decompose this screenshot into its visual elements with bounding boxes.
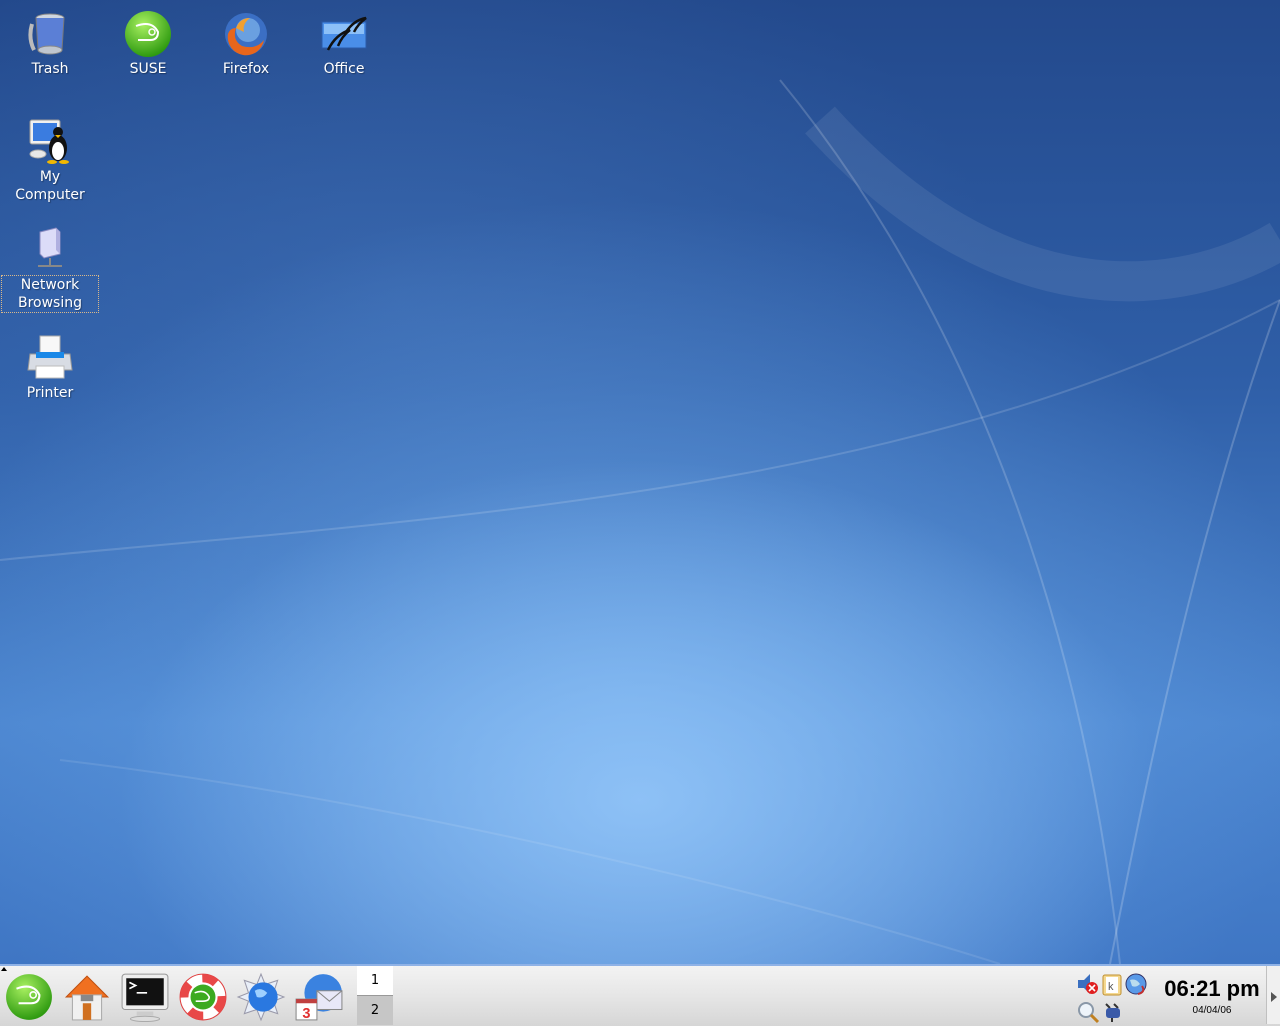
panel-menu-arrow-icon[interactable]	[1, 967, 7, 971]
my-computer-icon	[29, 119, 69, 164]
arrow-right-icon	[1271, 992, 1277, 1002]
desktop-icon-trash[interactable]: Trash	[2, 10, 98, 78]
web-browser-icon	[236, 972, 286, 1022]
desktop[interactable]: Trash SUSE Firefox Office My Computer Ne…	[0, 0, 1280, 964]
kontact-button[interactable]: 3	[294, 972, 344, 1022]
desktop-icon-label: SUSE	[129, 61, 167, 77]
desktop-pager: 1 2	[357, 966, 393, 1025]
desktop-icon-printer[interactable]: Printer	[2, 334, 98, 402]
desktop-icon-label: My Computer	[15, 169, 85, 203]
network-server-icon	[38, 227, 62, 267]
wallpaper-swoosh	[0, 79, 1280, 964]
desktop-icon-label: Office	[323, 61, 365, 77]
clock-date: 04/04/06	[1192, 1005, 1232, 1016]
desktop-icon-label: Network Browsing	[1, 275, 99, 313]
desktop-icon-suse[interactable]: SUSE	[100, 10, 196, 78]
system-tray: k	[1074, 970, 1154, 1026]
home-button[interactable]	[62, 972, 112, 1022]
pager-desktop-2[interactable]: 2	[357, 996, 393, 1025]
svg-text:k: k	[1108, 981, 1114, 993]
speaker-muted-icon[interactable]	[1076, 972, 1100, 996]
trash-icon	[28, 13, 65, 55]
svg-text:3: 3	[302, 1006, 310, 1022]
printer-icon	[27, 335, 73, 379]
home-icon	[64, 975, 110, 1021]
desktop-icon-office[interactable]: Office	[296, 10, 392, 78]
suse-chameleon-icon	[125, 11, 171, 57]
mail-calendar-icon: 3	[295, 974, 343, 1022]
desktop-icon-label: Firefox	[222, 61, 270, 77]
plug-icon[interactable]	[1100, 1000, 1124, 1024]
clock[interactable]: 06:21 pm 04/04/06	[1158, 966, 1266, 1024]
kmenu-button[interactable]	[4, 972, 54, 1022]
magnifier-icon[interactable]	[1076, 1000, 1100, 1024]
panel-hide-button[interactable]	[1266, 966, 1280, 1024]
office-gulls-icon	[321, 16, 367, 51]
desktop-icon-network-browsing[interactable]: Network Browsing	[1, 226, 99, 313]
clock-time: 06:21 pm	[1164, 976, 1260, 1001]
pager-desktop-1[interactable]: 1	[357, 966, 393, 996]
taskbar: 3 1 2 k 06:21 pm 04/04/06	[0, 964, 1280, 1026]
suse-chameleon-icon	[6, 974, 52, 1020]
terminal-button[interactable]	[120, 972, 170, 1022]
desktop-icon-label: Printer	[26, 385, 74, 401]
help-button[interactable]	[178, 972, 228, 1022]
firefox-icon	[225, 13, 267, 56]
desktop-icon-label: Trash	[31, 61, 69, 77]
lifebuoy-icon	[179, 973, 227, 1021]
clipboard-icon[interactable]: k	[1100, 972, 1124, 996]
desktop-icon-my-computer[interactable]: My Computer	[2, 118, 98, 204]
terminal-icon	[121, 973, 169, 1022]
globe-icon[interactable]	[1124, 972, 1148, 996]
konqueror-button[interactable]	[236, 972, 286, 1022]
desktop-icon-firefox[interactable]: Firefox	[198, 10, 294, 78]
